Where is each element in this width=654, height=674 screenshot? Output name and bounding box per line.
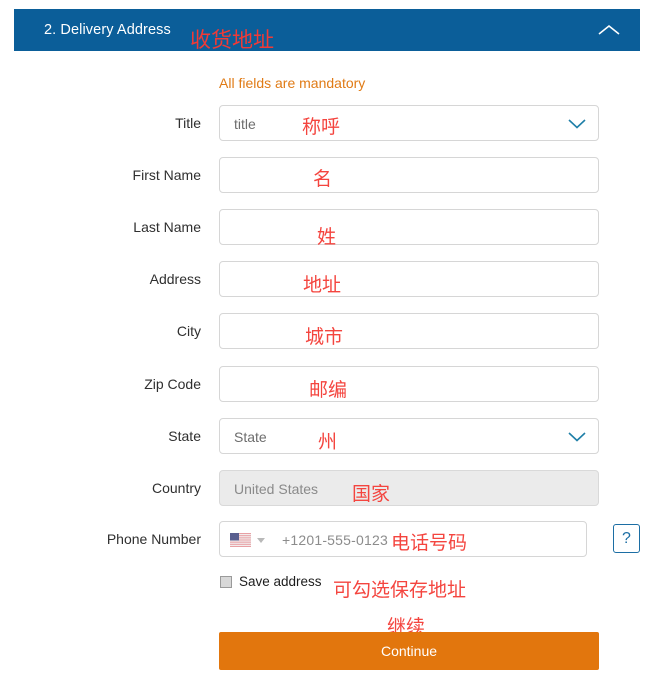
save-address-checkbox[interactable] [220,576,232,588]
continue-button[interactable]: Continue [219,632,599,670]
caret-down-icon [257,537,265,543]
form-row-city: City [0,313,654,349]
input-country: United States [219,470,599,506]
phone-help-button[interactable]: ? [613,524,640,553]
input-country-value: United States [234,481,319,497]
input-last-name[interactable] [219,209,599,245]
select-state-value: State [234,429,267,445]
form-row-country: Country United States [0,470,654,506]
select-state[interactable]: State [219,418,599,454]
save-address-label: Save address [239,574,322,589]
label-last-name: Last Name [133,219,201,235]
input-address[interactable] [219,261,599,297]
select-title-value: title [234,116,256,132]
label-title: Title [175,115,201,131]
form-row-zip-code: Zip Code [0,366,654,402]
delivery-address-form: Title title 称呼 First Name 名 Last Name 姓 … [0,0,654,674]
country-code-selector[interactable] [230,522,265,558]
save-address-row: Save address [0,574,654,594]
label-address: Address [149,271,201,287]
label-zip-code: Zip Code [144,376,201,392]
select-title[interactable]: title [219,105,599,141]
label-phone-number: Phone Number [106,531,201,547]
chevron-down-icon [568,106,586,142]
label-city: City [176,323,201,339]
form-row-first-name: First Name [0,157,654,193]
us-flag-icon [230,533,251,547]
form-row-last-name: Last Name [0,209,654,245]
form-row-address: Address [0,261,654,297]
label-first-name: First Name [132,167,201,183]
form-row-state: State State [0,418,654,454]
form-row-phone-number: Phone Number +1201-555-0123 ? [0,521,654,557]
input-zip-code[interactable] [219,366,599,402]
label-country: Country [151,480,201,496]
input-phone-number[interactable]: +1201-555-0123 [219,521,587,557]
delivery-address-page: 2. Delivery Address 收货地址 All fields are … [0,0,654,674]
label-state: State [168,428,201,444]
input-city[interactable] [219,313,599,349]
form-row-title: Title title [0,105,654,141]
input-phone-number-placeholder: +1201-555-0123 [282,532,388,548]
input-first-name[interactable] [219,157,599,193]
chevron-down-icon [568,419,586,455]
